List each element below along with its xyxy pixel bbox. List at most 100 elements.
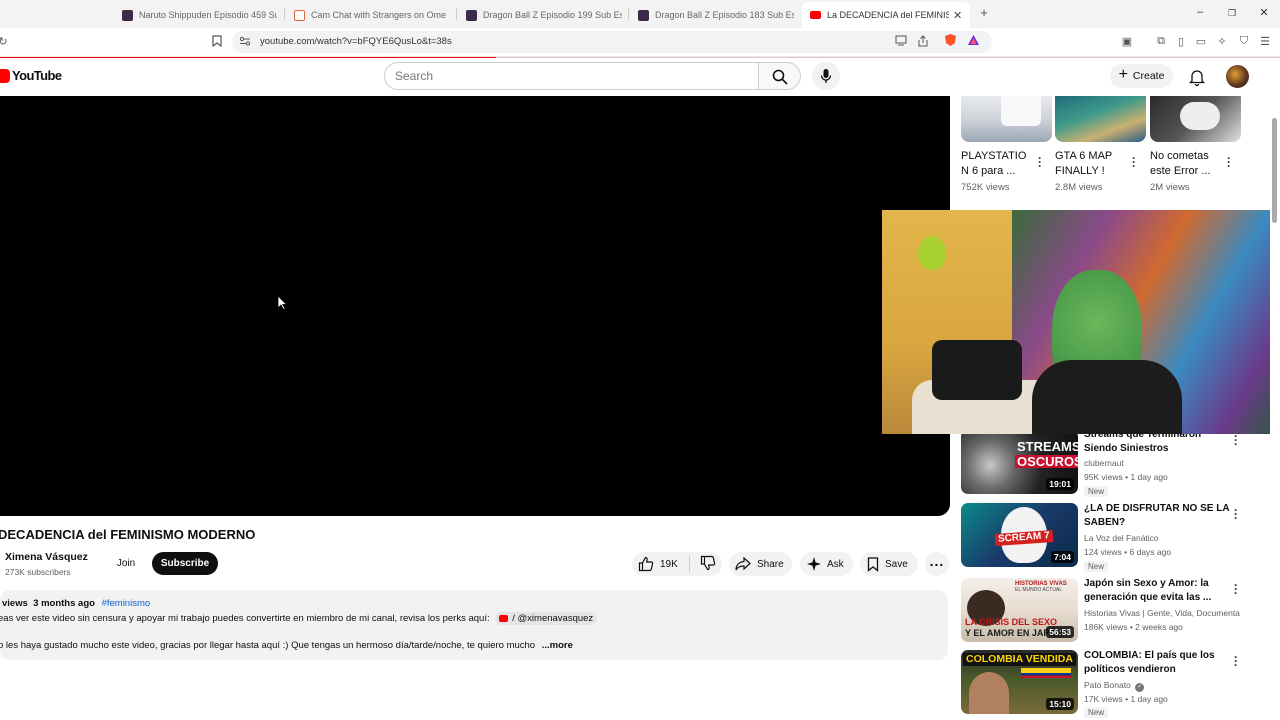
video-title-link[interactable]: Japón sin Sexo y Amor: la generación que… (1084, 577, 1232, 605)
short-thumbnail[interactable] (1150, 96, 1241, 142)
channel-name[interactable]: clubernaut (1084, 458, 1124, 468)
thumbnail-caption: LA CRISIS DEL SEXO (965, 617, 1058, 627)
brave-shield-icon[interactable] (943, 33, 957, 50)
channel-name[interactable]: Pato Bonato ✓ (1084, 680, 1145, 692)
more-vert-icon[interactable]: · · · (1234, 579, 1238, 599)
more-vert-icon[interactable]: · · · (1038, 152, 1042, 172)
browser-tab[interactable]: Cam Chat with Strangers on OmeTV (294, 4, 446, 26)
description-line: eas ver este video sin censura y apoyar … (0, 612, 598, 625)
subscribe-button[interactable]: Subscribe (152, 552, 218, 575)
channel-name[interactable]: Historias Vivas | Gente, Vida, Documenta… (1084, 608, 1240, 618)
video-player[interactable] (0, 96, 950, 516)
search-input[interactable] (395, 69, 735, 83)
video-thumbnail[interactable]: COLOMBIA VENDIDA 15:10 (961, 650, 1078, 714)
video-thumbnail[interactable]: SCREAM 7 7:04 (961, 503, 1078, 567)
cast-icon[interactable] (894, 35, 908, 49)
sparkle-icon (807, 557, 821, 571)
join-button[interactable]: Join (105, 552, 147, 575)
site-favicon-icon (466, 9, 477, 21)
bookmark-icon[interactable] (210, 35, 224, 50)
browser-tab[interactable]: Dragon Ball Z Episodio 183 Sub Espa (638, 4, 794, 26)
create-button[interactable]: + Create (1110, 64, 1173, 88)
new-tab-icon[interactable]: + (976, 5, 992, 20)
window-close-icon[interactable]: ✕ (1256, 6, 1272, 19)
short-title[interactable]: GTA 6 MAP FINALLY ! (1055, 149, 1130, 179)
colombia-flag-image (1021, 668, 1071, 678)
duration-badge: 56:53 (1046, 626, 1074, 638)
console-image (1001, 96, 1041, 126)
video-stats: 17K views • 1 day ago (1084, 694, 1168, 704)
like-dislike-group: 19K (632, 552, 722, 576)
microphone-icon (820, 69, 832, 83)
dislike-button[interactable] (700, 555, 722, 574)
reload-icon[interactable]: ↻ (0, 35, 10, 48)
description-text: o les haya gustado mucho este video, gra… (0, 640, 536, 651)
video-thumbnail[interactable]: STREAMS OSCUROS 19:01 (961, 430, 1078, 494)
tab-close-icon[interactable]: ✕ (953, 9, 962, 22)
tab-label: Naruto Shippuden Episodio 459 Sub (139, 10, 277, 20)
address-bar[interactable]: youtube.com/watch?v=bFQYE6QusLo&t=38s (232, 31, 992, 53)
browser-tab[interactable]: Naruto Shippuden Episodio 459 Sub (122, 4, 277, 26)
browser-tab[interactable]: Dragon Ball Z Episodio 199 Sub Espa (466, 4, 622, 26)
video-title-link[interactable]: COLOMBIA: El país que los políticos vend… (1084, 649, 1232, 677)
thumbnail-caption: STREAMS (1017, 439, 1078, 454)
restore-icon[interactable]: ❐ (1224, 8, 1240, 19)
voice-search-button[interactable] (812, 62, 840, 90)
channel-mention-link[interactable]: / @ximenavasquez (495, 612, 598, 625)
minimize-icon[interactable]: – (1192, 6, 1208, 18)
browser-tab-active[interactable]: La DECADENCIA del FEMINISMO ✕ (802, 2, 970, 28)
search-button[interactable] (758, 62, 801, 90)
thumbnail-caption: COLOMBIA VENDIDA (963, 653, 1076, 666)
vpn-icon[interactable]: ⛉ (1237, 35, 1251, 48)
share-page-icon[interactable] (916, 35, 930, 50)
more-vert-icon[interactable]: · · · (1227, 152, 1231, 172)
ask-button[interactable]: Ask (800, 552, 853, 576)
more-vert-icon[interactable]: · · · (1234, 651, 1238, 671)
more-actions-button[interactable]: ... (925, 552, 949, 576)
short-views: 752K views (961, 182, 1010, 193)
hashtag-link[interactable]: #feminismo (102, 598, 151, 609)
video-title-link[interactable]: ¿LA DE DISFRUTAR NO SE LA SABEN? (1084, 502, 1232, 530)
short-title[interactable]: PLAYSTATIO N 6 para ... (961, 149, 1036, 179)
extensions-icon[interactable]: ⧉ (1154, 35, 1168, 48)
short-title[interactable]: No cometas este Error ... (1150, 149, 1225, 179)
mouse-cursor-icon (277, 295, 287, 310)
video-thumbnail[interactable]: HISTORIAS VIVAS EL MUNDO ACTUAL LA CRISI… (961, 578, 1078, 642)
notifications-bell-icon[interactable] (1188, 68, 1206, 86)
save-button[interactable]: Save (860, 552, 918, 576)
youtube-logo[interactable]: YouTube (0, 68, 62, 83)
mention-text: / @ximenavasquez (512, 613, 594, 624)
menu-icon[interactable]: ☰ (1258, 35, 1272, 48)
short-views: 2.8M views (1055, 182, 1103, 193)
short-thumbnail[interactable] (961, 96, 1052, 142)
alien-figure-image (918, 236, 946, 270)
brave-rewards-icon[interactable] (966, 34, 980, 49)
view-count: views (2, 598, 28, 609)
more-horizontal-icon: ... (929, 553, 945, 569)
thumbnail-caption: OSCUROS (1015, 455, 1078, 468)
channel-name[interactable]: La Voz del Fanático (1084, 533, 1159, 543)
more-vert-icon[interactable]: · · · (1132, 152, 1136, 172)
subscriber-count: 273K subscribers (5, 567, 71, 577)
page-scrollbar-thumb[interactable] (1272, 118, 1277, 223)
account-avatar[interactable] (1226, 65, 1249, 88)
new-badge: New (1084, 486, 1109, 497)
share-button[interactable]: Share (729, 552, 792, 576)
show-more-button[interactable]: ...more (542, 640, 573, 651)
reading-list-icon[interactable]: ▯ (1174, 35, 1188, 48)
like-button[interactable]: 19K (638, 556, 689, 572)
channel-name[interactable]: Ximena Vásquez (5, 551, 88, 563)
site-settings-icon[interactable] (238, 35, 252, 50)
new-badge: New (1084, 707, 1109, 718)
leo-ai-icon[interactable]: ✧ (1215, 35, 1229, 48)
wallet-icon[interactable]: ▭ (1194, 35, 1208, 48)
duration-badge: 15:10 (1046, 698, 1074, 710)
short-thumbnail[interactable] (1055, 96, 1146, 142)
sidebar-toggle-icon[interactable]: ▣ (1120, 35, 1134, 48)
more-vert-icon[interactable]: · · · (1234, 430, 1238, 450)
more-vert-icon[interactable]: · · · (1234, 504, 1238, 524)
site-favicon-icon (638, 9, 649, 21)
save-bookmark-icon (867, 556, 879, 572)
ometv-favicon-icon (294, 9, 305, 21)
tab-label: Dragon Ball Z Episodio 199 Sub Espa (483, 10, 622, 20)
